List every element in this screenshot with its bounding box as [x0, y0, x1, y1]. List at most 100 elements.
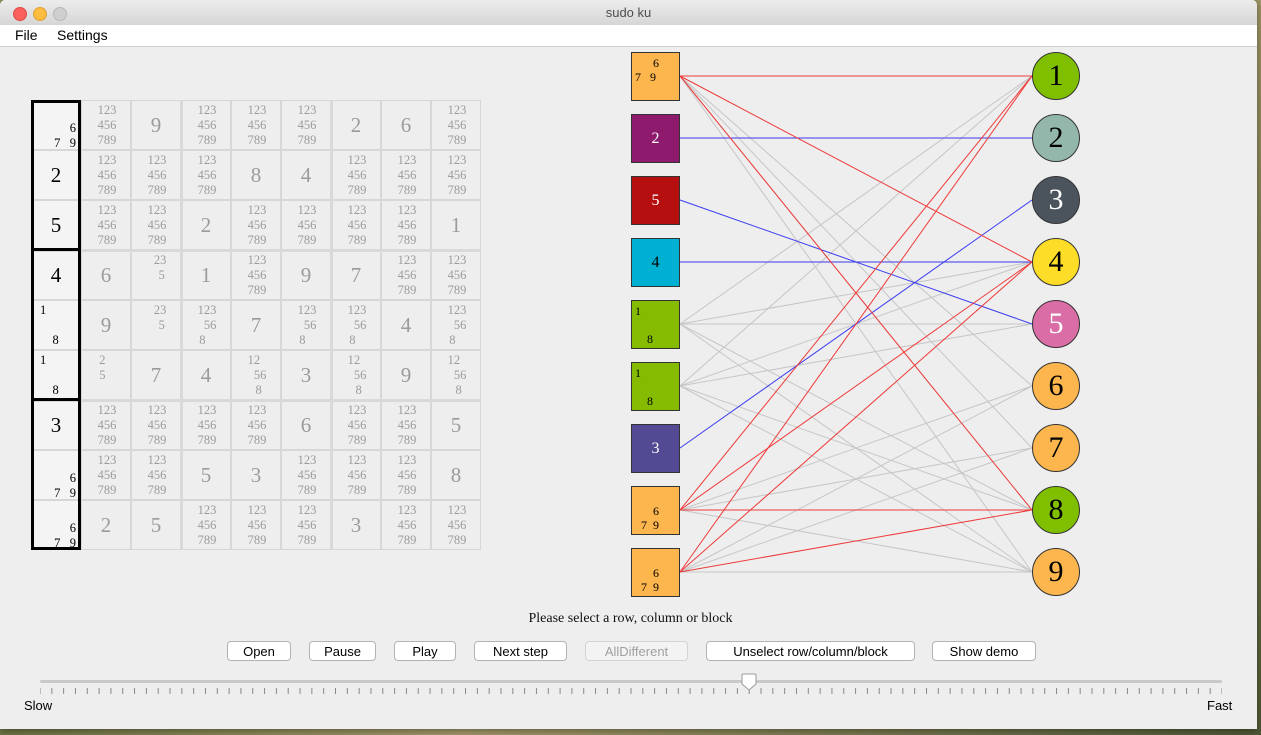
sudoku-cell[interactable]: 123 456 789 [281, 100, 331, 150]
sudoku-cell[interactable]: 123 456 789 [431, 150, 481, 200]
sudoku-cell[interactable]: 1 [181, 250, 231, 300]
graph-edge [679, 323, 1033, 573]
sudoku-cell[interactable]: 123 456 789 [81, 150, 131, 200]
sudoku-cell[interactable]: 123 456 789 [181, 400, 231, 450]
sudoku-cell[interactable]: 5 [131, 500, 181, 550]
sudoku-cell[interactable]: 6 7 9 [31, 500, 81, 550]
app-window: sudo ku File Settings 6 7 9 123 456 789 9 1… [0, 0, 1257, 729]
sudoku-cell[interactable]: 123 456 789 [431, 100, 481, 150]
sudoku-cell[interactable]: 6 7 9 [31, 450, 81, 500]
sudoku-cell[interactable]: 23 5 [131, 250, 181, 300]
unselect-button[interactable]: Unselect row/column/block [706, 641, 915, 661]
sudoku-cell[interactable]: 123 456 789 [381, 400, 431, 450]
sudoku-cell[interactable]: 9 [81, 300, 131, 350]
sudoku-cell[interactable]: 7 [131, 350, 181, 400]
sudoku-cell[interactable]: 4 [31, 250, 81, 300]
sudoku-cell[interactable]: 123 456 789 [81, 100, 131, 150]
sudoku-cell[interactable]: 3 [231, 450, 281, 500]
sudoku-cell[interactable]: 6 7 9 [31, 100, 81, 150]
sudoku-cell[interactable]: 123 456 789 [431, 500, 481, 550]
sudoku-cell[interactable]: 6 [381, 100, 431, 150]
sudoku-cell[interactable]: 9 [131, 100, 181, 150]
cell-node: 1 8 [631, 362, 680, 411]
sudoku-cell[interactable]: 12 56 8 [331, 350, 381, 400]
sudoku-cell[interactable]: 123 56 8 [181, 300, 231, 350]
sudoku-cell[interactable]: 123 456 789 [131, 200, 181, 250]
sudoku-cell[interactable]: 9 [281, 250, 331, 300]
sudoku-cell[interactable]: 12 56 8 [231, 350, 281, 400]
sudoku-cell[interactable]: 123 456 789 [231, 400, 281, 450]
sudoku-cell[interactable]: 1 8 [31, 300, 81, 350]
menu-file[interactable]: File [15, 27, 38, 43]
sudoku-cell[interactable]: 123 456 789 [431, 250, 481, 300]
sudoku-cell[interactable]: 4 [181, 350, 231, 400]
sudoku-cell[interactable]: 4 [281, 150, 331, 200]
sudoku-cell[interactable]: 123 456 789 [331, 150, 381, 200]
sudoku-cell[interactable]: 123 456 789 [231, 500, 281, 550]
sudoku-cell[interactable]: 123 456 789 [231, 200, 281, 250]
sudoku-cell[interactable]: 8 [231, 150, 281, 200]
sudoku-cell[interactable]: 7 [231, 300, 281, 350]
sudoku-cell[interactable]: 2 5 [81, 350, 131, 400]
sudoku-cell[interactable]: 123 456 789 [381, 500, 431, 550]
sudoku-cell[interactable]: 123 456 789 [231, 100, 281, 150]
sudoku-cell[interactable]: 123 456 789 [131, 450, 181, 500]
sudoku-cell[interactable]: 123 456 789 [331, 400, 381, 450]
sudoku-cell[interactable]: 6 [81, 250, 131, 300]
sudoku-cell[interactable]: 3 [31, 400, 81, 450]
pause-button[interactable]: Pause [309, 641, 376, 661]
sudoku-cell[interactable]: 123 456 789 [181, 100, 231, 150]
sudoku-cell[interactable]: 123 456 789 [81, 400, 131, 450]
sudoku-cell[interactable]: 123 456 789 [81, 450, 131, 500]
sudoku-cell[interactable]: 8 [431, 450, 481, 500]
sudoku-cell[interactable]: 7 [331, 250, 381, 300]
speed-slider-track[interactable] [40, 680, 1222, 683]
sudoku-cell[interactable]: 123 456 789 [381, 450, 431, 500]
sudoku-cell[interactable]: 1 8 [31, 350, 81, 400]
sudoku-cell[interactable]: 123 456 789 [131, 400, 181, 450]
sudoku-cell[interactable]: 123 456 789 [231, 250, 281, 300]
sudoku-cell[interactable]: 2 [331, 100, 381, 150]
show-demo-button[interactable]: Show demo [932, 641, 1036, 661]
sudoku-cell[interactable]: 23 5 [131, 300, 181, 350]
sudoku-cell[interactable]: 123 456 789 [181, 150, 231, 200]
graph-edge [679, 385, 1033, 573]
selected-column-divider [31, 398, 81, 401]
all-different-button[interactable]: AllDifferent [585, 641, 688, 661]
sudoku-cell[interactable]: 5 [181, 450, 231, 500]
sudoku-cell[interactable]: 123 456 789 [131, 150, 181, 200]
selected-column-divider [31, 248, 81, 251]
sudoku-cell[interactable]: 12 56 8 [431, 350, 481, 400]
box-divider [31, 399, 481, 402]
sudoku-cell[interactable]: 2 [81, 500, 131, 550]
open-button[interactable]: Open [227, 641, 291, 661]
sudoku-cell[interactable]: 9 [381, 350, 431, 400]
sudoku-cell[interactable]: 3 [281, 350, 331, 400]
sudoku-cell[interactable]: 4 [381, 300, 431, 350]
sudoku-cell[interactable]: 123 456 789 [281, 450, 331, 500]
sudoku-cell[interactable]: 1 [431, 200, 481, 250]
sudoku-cell[interactable]: 123 56 8 [281, 300, 331, 350]
sudoku-cell[interactable]: 123 456 789 [331, 450, 381, 500]
sudoku-cell[interactable]: 123 456 789 [381, 200, 431, 250]
sudoku-cell[interactable]: 123 456 789 [281, 500, 331, 550]
next-step-button[interactable]: Next step [474, 641, 567, 661]
sudoku-cell[interactable]: 123 456 789 [81, 200, 131, 250]
sudoku-cell[interactable]: 123 456 789 [381, 250, 431, 300]
sudoku-grid[interactable]: 6 7 9 123 456 789 9 123 456 789 123 456 789 1… [31, 100, 481, 550]
sudoku-cell[interactable]: 3 [331, 500, 381, 550]
sudoku-cell[interactable]: 123 56 8 [331, 300, 381, 350]
sudoku-cell[interactable]: 6 [281, 400, 331, 450]
sudoku-cell[interactable]: 123 56 8 [431, 300, 481, 350]
sudoku-cell[interactable]: 5 [31, 200, 81, 250]
speed-slider-thumb[interactable] [741, 673, 757, 691]
sudoku-cell[interactable]: 2 [31, 150, 81, 200]
menu-settings[interactable]: Settings [57, 27, 108, 43]
sudoku-cell[interactable]: 123 456 789 [281, 200, 331, 250]
play-button[interactable]: Play [394, 641, 456, 661]
sudoku-cell[interactable]: 123 456 789 [381, 150, 431, 200]
sudoku-cell[interactable]: 5 [431, 400, 481, 450]
sudoku-cell[interactable]: 123 456 789 [181, 500, 231, 550]
sudoku-cell[interactable]: 2 [181, 200, 231, 250]
sudoku-cell[interactable]: 123 456 789 [331, 200, 381, 250]
